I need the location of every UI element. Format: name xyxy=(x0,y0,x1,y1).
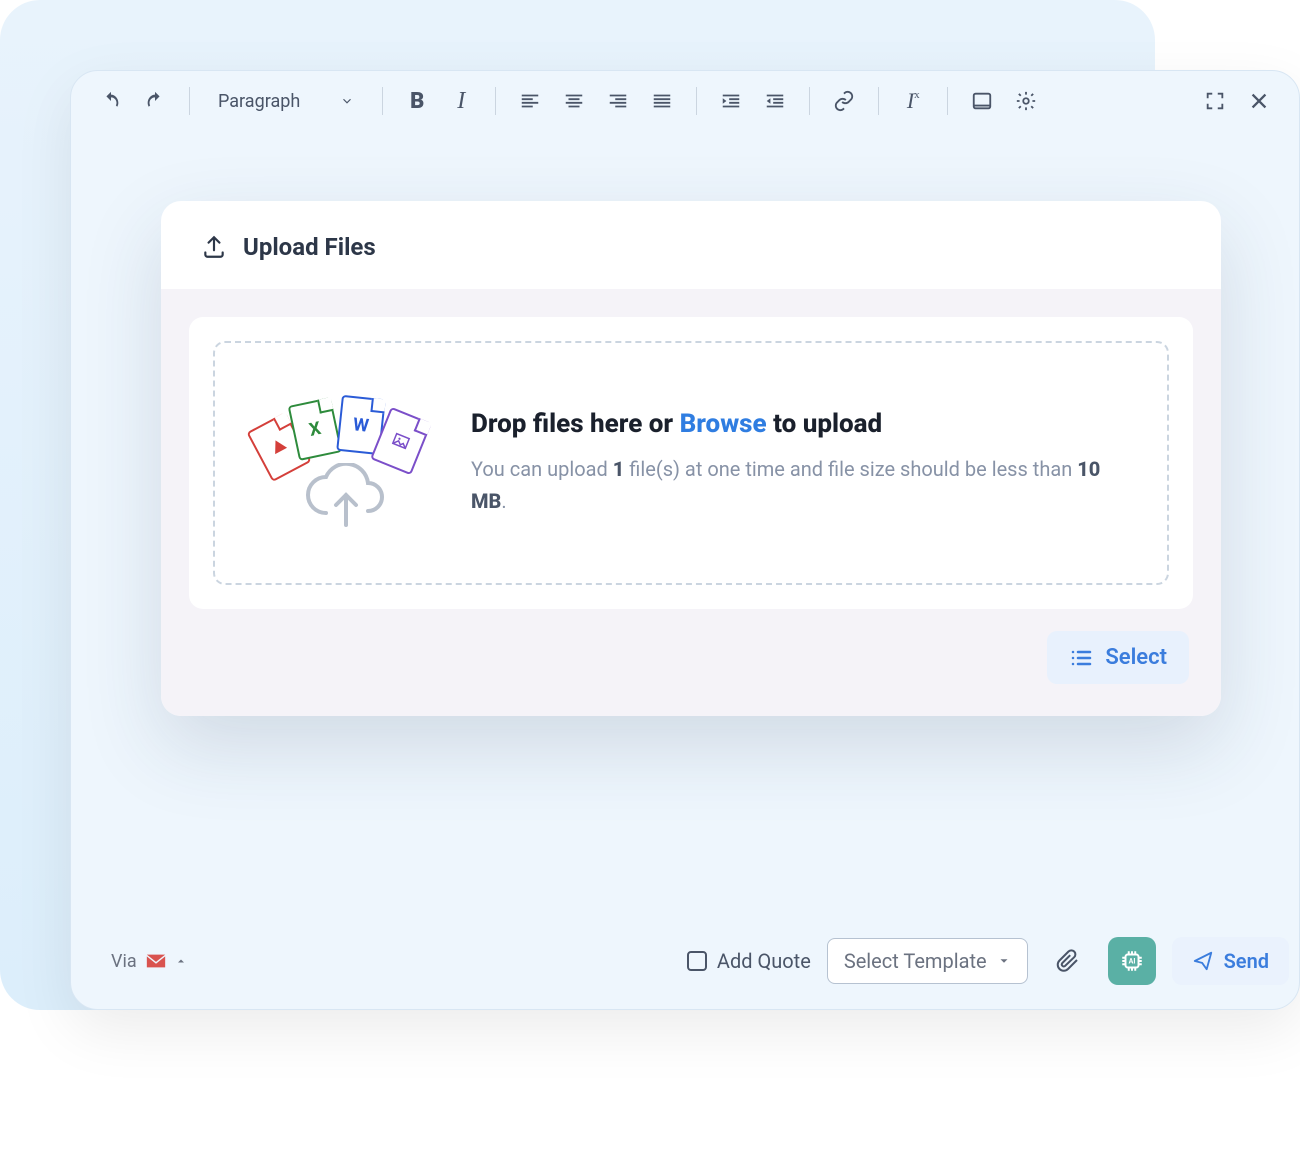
align-center-icon xyxy=(563,90,585,112)
send-button[interactable]: Send xyxy=(1172,937,1289,985)
gear-icon xyxy=(1015,90,1037,112)
align-left-icon xyxy=(519,90,541,112)
bold-button[interactable]: B xyxy=(397,81,437,121)
close-button[interactable] xyxy=(1239,81,1279,121)
link-icon xyxy=(833,90,855,112)
select-button[interactable]: Select xyxy=(1047,631,1189,684)
card-button[interactable] xyxy=(962,81,1002,121)
italic-button[interactable]: I xyxy=(441,81,481,121)
via-channel-select[interactable]: Via xyxy=(111,950,187,972)
svg-text:AI: AI xyxy=(1128,957,1135,966)
card-icon xyxy=(971,90,993,112)
cloud-upload-icon xyxy=(301,463,391,533)
ai-assist-button[interactable]: AI xyxy=(1108,937,1156,985)
align-right-button[interactable] xyxy=(598,81,638,121)
indent-button[interactable] xyxy=(711,81,751,121)
send-button-label: Send xyxy=(1224,949,1269,973)
send-icon xyxy=(1192,950,1214,972)
outdent-button[interactable] xyxy=(755,81,795,121)
upload-icon xyxy=(201,234,227,260)
caret-up-icon xyxy=(175,955,187,967)
email-icon xyxy=(145,950,167,972)
browse-link[interactable]: Browse xyxy=(680,409,767,439)
checkbox-icon xyxy=(687,951,707,971)
dropzone-heading: Drop files here or Browse to upload xyxy=(471,409,1111,439)
align-justify-icon xyxy=(651,90,673,112)
outdent-icon xyxy=(764,90,786,112)
modal-header: Upload Files xyxy=(161,233,1221,289)
indent-icon xyxy=(720,90,742,112)
align-right-icon xyxy=(607,90,629,112)
ai-chip-icon: AI xyxy=(1119,948,1145,974)
undo-icon xyxy=(100,90,122,112)
toolbar-separator xyxy=(495,87,496,115)
editor-toolbar: Paragraph B I Ix xyxy=(71,71,1299,131)
file-dropzone[interactable]: X W Drop files here or Browse to upload xyxy=(213,341,1169,585)
redo-button[interactable] xyxy=(135,81,175,121)
select-button-label: Select xyxy=(1105,645,1167,670)
toolbar-separator xyxy=(382,87,383,115)
list-icon xyxy=(1069,646,1093,670)
dropzone-hint: You can upload 1 file(s) at one time and… xyxy=(471,453,1111,517)
undo-button[interactable] xyxy=(91,81,131,121)
add-quote-label: Add Quote xyxy=(717,949,811,973)
upload-card: X W Drop files here or Browse to upload xyxy=(189,317,1193,609)
caret-down-icon xyxy=(997,954,1011,968)
paperclip-icon xyxy=(1056,949,1080,973)
dropzone-text: Drop files here or Browse to upload You … xyxy=(471,409,1111,517)
redo-icon xyxy=(144,90,166,112)
settings-button[interactable] xyxy=(1006,81,1046,121)
editor-window: Paragraph B I Ix xyxy=(70,70,1300,1010)
fullscreen-button[interactable] xyxy=(1195,81,1235,121)
add-quote-button[interactable]: Add Quote xyxy=(687,949,811,973)
toolbar-separator xyxy=(809,87,810,115)
template-select[interactable]: Select Template xyxy=(827,938,1028,984)
dropzone-graphic: X W xyxy=(251,393,431,533)
modal-body: X W Drop files here or Browse to upload xyxy=(161,289,1221,716)
link-button[interactable] xyxy=(824,81,864,121)
template-select-label: Select Template xyxy=(844,949,987,973)
attach-button[interactable] xyxy=(1044,937,1092,985)
toolbar-separator xyxy=(947,87,948,115)
toolbar-separator xyxy=(696,87,697,115)
format-select-label: Paragraph xyxy=(218,91,300,112)
modal-title: Upload Files xyxy=(243,233,376,261)
expand-icon xyxy=(1204,90,1226,112)
upload-files-modal: Upload Files X W xyxy=(161,201,1221,716)
toolbar-separator xyxy=(878,87,879,115)
align-center-button[interactable] xyxy=(554,81,594,121)
format-select[interactable]: Paragraph xyxy=(204,81,368,121)
toolbar-separator xyxy=(189,87,190,115)
chevron-down-icon xyxy=(340,94,354,108)
close-icon xyxy=(1248,90,1270,112)
align-left-button[interactable] xyxy=(510,81,550,121)
via-label: Via xyxy=(111,951,137,972)
compose-bottom-bar: Via Add Quote Select Template AI Send xyxy=(101,937,1299,985)
align-justify-button[interactable] xyxy=(642,81,682,121)
clear-format-button[interactable]: Ix xyxy=(893,81,933,121)
